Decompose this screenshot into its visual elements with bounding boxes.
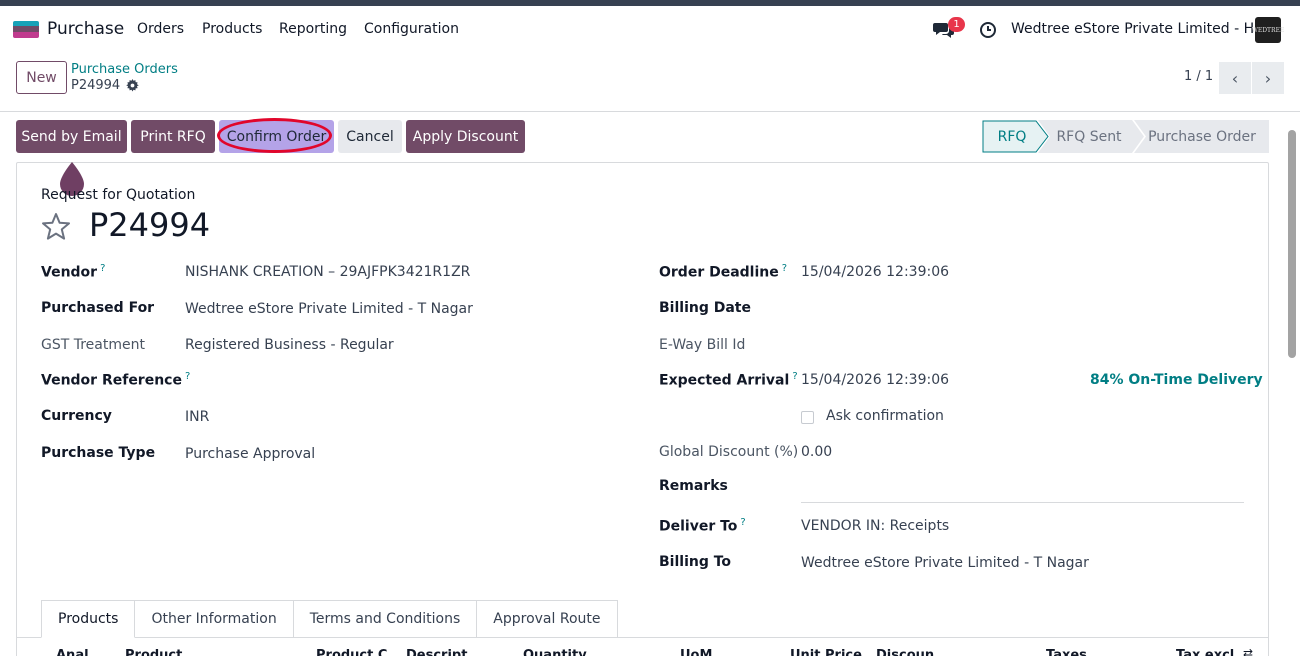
tab-products[interactable]: Products bbox=[41, 600, 136, 638]
help-icon[interactable]: ? bbox=[100, 263, 105, 274]
column-header[interactable]: Quantity bbox=[523, 648, 587, 656]
purchased-for-label: Purchased For bbox=[41, 300, 155, 316]
record-title[interactable]: P24994 bbox=[89, 206, 210, 244]
app-name[interactable]: Purchase bbox=[47, 19, 124, 39]
column-header[interactable]: Anal bbox=[56, 648, 89, 656]
gear-icon[interactable] bbox=[126, 79, 139, 92]
stage-rfq-sent[interactable]: RFQ Sent bbox=[1048, 120, 1130, 153]
column-settings-icon[interactable]: ⇄ bbox=[1243, 646, 1253, 656]
company-switcher[interactable]: Wedtree eStore Private Limited - HO bbox=[1011, 21, 1265, 37]
chevron-left-icon: ‹ bbox=[1231, 68, 1239, 88]
avatar-logo-text: WEDTREE bbox=[1251, 26, 1285, 34]
top-navbar: Purchase Orders Products Reporting Confi… bbox=[0, 6, 1300, 52]
column-header[interactable]: UoM bbox=[680, 648, 712, 656]
column-header[interactable]: Unit Price bbox=[790, 648, 862, 656]
tab-other-information[interactable]: Other Information bbox=[135, 600, 294, 638]
chat-count-badge: 1 bbox=[948, 17, 965, 32]
star-icon[interactable] bbox=[40, 211, 72, 243]
order-deadline-label: Order Deadline? bbox=[659, 263, 787, 281]
column-header[interactable]: Descript bbox=[406, 648, 467, 656]
global-discount-field[interactable]: 0.00 bbox=[801, 444, 832, 460]
gst-treatment-field[interactable]: Registered Business - Regular bbox=[185, 337, 394, 353]
pager-next-button[interactable]: › bbox=[1252, 62, 1284, 94]
confirm-order-button[interactable]: Confirm Order bbox=[219, 120, 334, 153]
deliver-to-field[interactable]: VENDOR IN: Receipts bbox=[801, 518, 949, 534]
gst-treatment-label: GST Treatment bbox=[41, 337, 145, 353]
remarks-field[interactable] bbox=[801, 502, 1244, 503]
activity-clock-icon[interactable] bbox=[979, 21, 997, 39]
billing-to-label: Billing To bbox=[659, 554, 732, 570]
vendor-reference-label: Vendor Reference? bbox=[41, 371, 190, 389]
global-discount-label: Global Discount (%) bbox=[659, 444, 799, 460]
help-icon[interactable]: ? bbox=[782, 263, 787, 274]
currency-field[interactable]: INR bbox=[185, 409, 209, 425]
menu-products[interactable]: Products bbox=[202, 21, 262, 37]
expected-arrival-label: Expected Arrival? bbox=[659, 371, 798, 389]
currency-label: Currency bbox=[41, 408, 112, 424]
billing-date-label: Billing Date bbox=[659, 300, 751, 316]
user-avatar[interactable]: WEDTREE bbox=[1252, 17, 1284, 43]
order-deadline-label-text: Order Deadline bbox=[659, 264, 779, 281]
column-header[interactable]: Product bbox=[125, 648, 182, 656]
cancel-button[interactable]: Cancel bbox=[338, 120, 402, 153]
expected-arrival-field[interactable]: 15/04/2026 12:39:06 bbox=[801, 372, 949, 388]
breadcrumb-purchase-orders[interactable]: Purchase Orders bbox=[71, 62, 178, 77]
chevron-right-icon: › bbox=[1264, 68, 1272, 88]
help-icon[interactable]: ? bbox=[185, 371, 190, 382]
purchase-type-field[interactable]: Purchase Approval bbox=[185, 446, 315, 462]
pager-previous-button[interactable]: ‹ bbox=[1219, 62, 1251, 94]
vendor-label: Vendor? bbox=[41, 263, 105, 281]
billing-to-field[interactable]: Wedtree eStore Private Limited - T Nagar bbox=[801, 555, 1089, 571]
remarks-label: Remarks bbox=[659, 478, 728, 494]
ask-confirmation-label: Ask confirmation bbox=[826, 408, 944, 424]
purchase-app-icon[interactable] bbox=[13, 21, 39, 38]
expected-arrival-label-text: Expected Arrival bbox=[659, 372, 790, 389]
menu-reporting[interactable]: Reporting bbox=[279, 21, 347, 37]
on-time-delivery-stat[interactable]: 84% On-Time Delivery bbox=[1090, 372, 1263, 388]
purchased-for-field[interactable]: Wedtree eStore Private Limited - T Nagar bbox=[185, 301, 473, 317]
new-button[interactable]: New bbox=[16, 61, 67, 94]
pager-value[interactable]: 1 / 1 bbox=[1184, 69, 1213, 84]
eway-bill-label: E-Way Bill Id bbox=[659, 337, 746, 353]
help-icon[interactable]: ? bbox=[740, 517, 745, 528]
tab-approval-route[interactable]: Approval Route bbox=[477, 600, 618, 638]
tab-terms-and-conditions[interactable]: Terms and Conditions bbox=[293, 600, 478, 638]
column-header[interactable]: Taxes bbox=[1046, 648, 1087, 656]
column-header[interactable]: Product C bbox=[316, 648, 387, 656]
menu-orders[interactable]: Orders bbox=[137, 21, 184, 37]
record-subtitle: Request for Quotation bbox=[41, 187, 196, 203]
apply-discount-button[interactable]: Apply Discount bbox=[406, 120, 525, 153]
ask-confirmation-checkbox[interactable] bbox=[801, 411, 814, 424]
order-deadline-field[interactable]: 15/04/2026 12:39:06 bbox=[801, 264, 949, 280]
help-icon[interactable]: ? bbox=[792, 371, 797, 382]
menu-configuration[interactable]: Configuration bbox=[364, 21, 459, 37]
column-header[interactable]: Tax excl. bbox=[1176, 648, 1239, 656]
page-scrollbar[interactable] bbox=[1288, 130, 1296, 358]
control-panel: New Purchase Orders P24994 1 / 1 ‹ › bbox=[0, 52, 1300, 112]
print-rfq-button[interactable]: Print RFQ bbox=[131, 120, 215, 153]
vendor-field[interactable]: NISHANK CREATION – 29AJFPK3421R1ZR bbox=[185, 264, 470, 280]
stage-rfq[interactable]: RFQ bbox=[982, 120, 1042, 153]
deliver-to-label-text: Deliver To bbox=[659, 518, 738, 535]
notebook-tabs: Products Other Information Terms and Con… bbox=[41, 600, 618, 638]
deliver-to-label: Deliver To? bbox=[659, 517, 746, 535]
vendor-reference-label-text: Vendor Reference bbox=[41, 372, 182, 389]
send-by-email-button[interactable]: Send by Email bbox=[16, 120, 127, 153]
stage-purchase-order[interactable]: Purchase Order bbox=[1146, 120, 1258, 153]
vendor-label-text: Vendor bbox=[41, 264, 98, 281]
column-header[interactable]: Discoun bbox=[876, 648, 934, 656]
purchase-type-label: Purchase Type bbox=[41, 445, 156, 461]
breadcrumb-current-record: P24994 bbox=[71, 78, 121, 93]
